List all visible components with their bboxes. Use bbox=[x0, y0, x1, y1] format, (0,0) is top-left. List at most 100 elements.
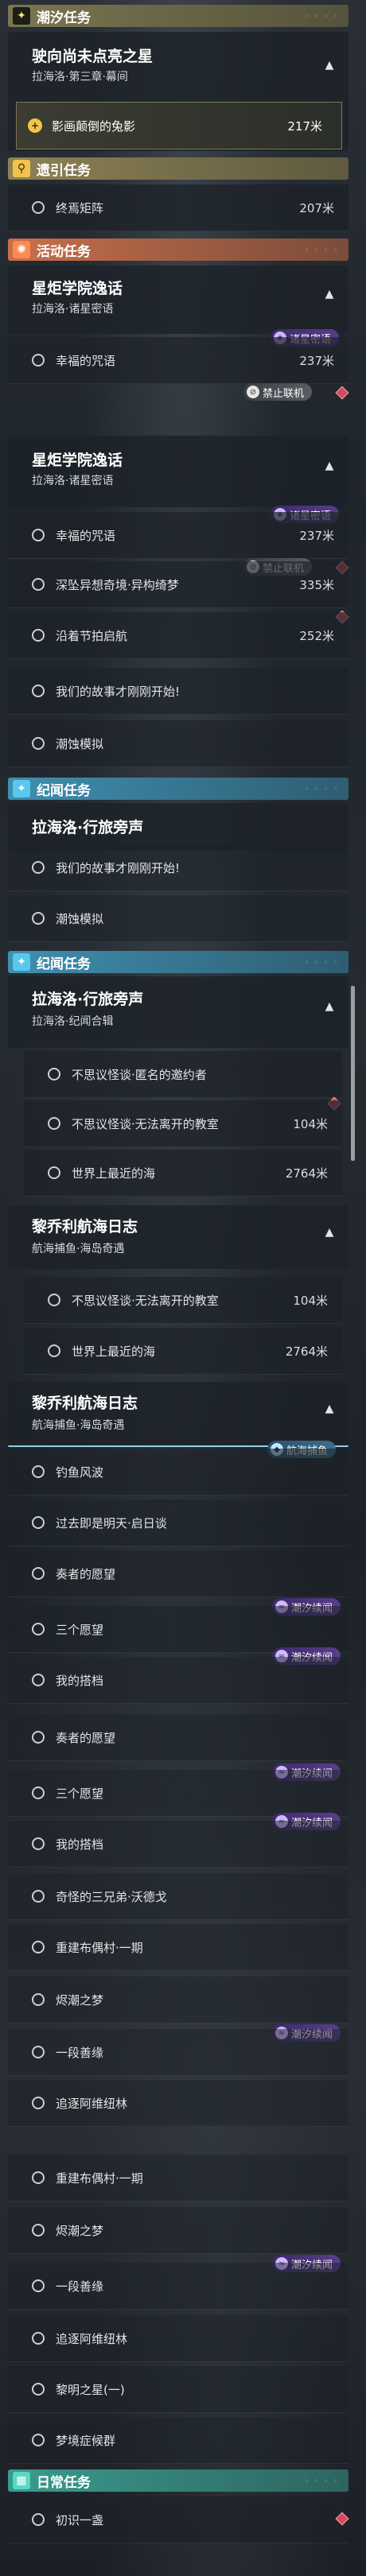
list-item[interactable]: 追逐阿维纽林 bbox=[8, 2080, 348, 2127]
list-item[interactable]: 重建布偶村·一期 bbox=[8, 2155, 348, 2202]
list-item[interactable]: 不思议怪谈·无法离开的教室 104米 bbox=[24, 1100, 342, 1147]
chevron-up-icon[interactable]: ▲ bbox=[321, 59, 337, 75]
list-item[interactable]: 世界上最近的海 2764米 bbox=[24, 1150, 342, 1197]
list-item[interactable]: 黎明之星(一) bbox=[8, 2366, 348, 2413]
circle-icon bbox=[32, 2434, 45, 2446]
chevron-up-icon[interactable]: ▲ bbox=[321, 1402, 337, 1418]
item-distance: 2764米 bbox=[285, 1344, 328, 1359]
list-item[interactable]: 三个愿望 bbox=[8, 1606, 348, 1653]
location-pin-icon: ⚲ bbox=[13, 160, 30, 177]
list-item[interactable]: 烬潮之梦 bbox=[8, 2207, 348, 2254]
card-subtitle: 拉海洛·纪闻合辑 bbox=[32, 1015, 114, 1028]
badge-coop: ⊘禁止联机 bbox=[243, 383, 313, 401]
list-item[interactable]: 奏者的愿望 bbox=[8, 1714, 348, 1761]
sparkle-icon: ✦ bbox=[13, 953, 30, 971]
no-entry-icon: ⊘ bbox=[247, 386, 259, 398]
list-item[interactable]: 深坠异想奇境·异构绮梦 335米 bbox=[8, 561, 348, 608]
circle-icon bbox=[32, 578, 45, 591]
item-label: 初识一盏 bbox=[56, 2512, 104, 2528]
scrollbar[interactable] bbox=[351, 986, 355, 1161]
quest-card-activity[interactable]: 星炬学院逸话 拉海洛·诸星密语 ▲ bbox=[8, 266, 348, 334]
list-item[interactable]: 重建布偶村·一期 bbox=[8, 1924, 348, 1971]
list-item[interactable]: 潮蚀模拟 bbox=[8, 895, 348, 942]
circle-icon bbox=[32, 2279, 45, 2292]
list-item[interactable]: 世界上最近的海 2764米 bbox=[24, 1328, 342, 1375]
item-label: 奏者的愿望 bbox=[56, 1566, 116, 1581]
item-label: 潮蚀模拟 bbox=[56, 736, 104, 751]
list-item[interactable]: 三个愿望 bbox=[8, 1770, 348, 1817]
header-decoration: ◦ ◦ ◦ ◦ bbox=[305, 958, 339, 966]
active-objective[interactable]: + 影画颠倒的兔影 217米 bbox=[16, 102, 342, 149]
item-distance: 237米 bbox=[299, 528, 334, 543]
list-item[interactable]: 我们的故事才刚刚开始! bbox=[8, 668, 348, 715]
list-item[interactable]: 烬潮之梦 bbox=[8, 1977, 348, 2023]
circle-icon bbox=[32, 912, 45, 925]
list-item[interactable]: 我们的故事才刚刚开始! bbox=[8, 844, 348, 891]
card-title: 黎乔利航海日志 bbox=[32, 1218, 138, 1236]
item-label: 终焉矩阵 bbox=[56, 200, 104, 215]
list-item[interactable]: 钓鱼风波 bbox=[8, 1449, 348, 1496]
list-item[interactable]: 奏者的愿望 bbox=[8, 1550, 348, 1597]
section-activity-header[interactable]: ✺ 活动任务 ◦ ◦ ◦ ◦ bbox=[8, 239, 348, 261]
circle-icon bbox=[32, 2046, 45, 2058]
quest-card-voyage-2[interactable]: 黎乔利航海日志 航海捕鱼·海岛奇遇 ▲ bbox=[8, 1382, 348, 1447]
quest-card-chronicle[interactable]: 拉海洛·行旅旁声 bbox=[8, 803, 348, 851]
item-label: 不思议怪谈·无法离开的教室 bbox=[72, 1116, 219, 1131]
list-item[interactable]: 终焉矩阵 207米 bbox=[8, 184, 348, 231]
item-distance: 2764米 bbox=[285, 1166, 328, 1181]
chevron-up-icon[interactable]: ▲ bbox=[321, 1000, 337, 1016]
list-item[interactable]: 潮蚀模拟 bbox=[8, 720, 348, 767]
section-tide-header[interactable]: ✦ 潮汐任务 ◦ ◦ ◦ ◦ bbox=[8, 5, 348, 27]
section-chronicle-header[interactable]: ✦ 纪闻任务 ◦ ◦ ◦ ◦ bbox=[8, 951, 348, 973]
list-item[interactable]: 幸福的咒语 237米 bbox=[8, 337, 348, 384]
list-item[interactable]: 沿着节拍启航 252米 bbox=[8, 612, 348, 659]
card-title: 拉海洛·行旅旁声 bbox=[32, 991, 144, 1008]
circle-icon bbox=[48, 1344, 60, 1357]
circle-icon bbox=[32, 1674, 45, 1686]
circle-icon bbox=[32, 1623, 45, 1635]
list-item[interactable]: 奇怪的三兄弟·沃德戈 bbox=[8, 1873, 348, 1920]
list-item[interactable]: 我的搭档 bbox=[8, 1657, 348, 1704]
section-chronicle-header[interactable]: ✦ 纪闻任务 ◦ ◦ ◦ ◦ bbox=[8, 778, 348, 800]
list-item[interactable]: 过去即是明天·启日谈 bbox=[8, 1499, 348, 1546]
list-item[interactable]: 梦境症候群 bbox=[8, 2417, 348, 2464]
circle-icon bbox=[32, 1890, 45, 1903]
list-item[interactable]: 不思议怪谈·无法离开的教室 104米 bbox=[24, 1277, 342, 1324]
section-daily-header[interactable]: ▦ 日常任务 ◦ ◦ ◦ ◦ bbox=[8, 2469, 348, 2492]
list-item[interactable]: 一段善缘 bbox=[8, 2263, 348, 2310]
quest-card-chronicle-2[interactable]: 拉海洛·行旅旁声 拉海洛·纪闻合辑 ▲ bbox=[8, 976, 348, 1048]
card-title: 星炬学院逸话 bbox=[32, 452, 123, 469]
header-decoration: ◦ ◦ ◦ ◦ bbox=[305, 2477, 339, 2485]
section-guide-header[interactable]: ⚲ 遗引任务 bbox=[8, 157, 348, 180]
quest-card-voyage[interactable]: 黎乔利航海日志 航海捕鱼·海岛奇遇 ▲ bbox=[8, 1205, 348, 1269]
sparkle-icon: ✦ bbox=[13, 7, 30, 25]
circle-icon bbox=[32, 2383, 45, 2396]
item-label: 我的搭档 bbox=[56, 1837, 104, 1852]
list-item[interactable]: 追逐阿维纽林 bbox=[8, 2315, 348, 2362]
objective-label: 影画颠倒的兔影 bbox=[52, 118, 136, 134]
item-label: 追逐阿维纽林 bbox=[56, 2331, 128, 2346]
item-label: 黎明之星(一) bbox=[56, 2382, 125, 2397]
list-item[interactable]: 不思议怪谈·匿名的邀约者 bbox=[24, 1051, 342, 1098]
quest-card-activity-2[interactable]: 星炬学院逸话 拉海洛·诸星密语 ▲ bbox=[8, 436, 348, 507]
circle-icon bbox=[32, 2097, 45, 2109]
item-label: 幸福的咒语 bbox=[56, 353, 116, 368]
list-item[interactable]: 初识一盏 bbox=[8, 2496, 348, 2543]
card-title: 拉海洛·行旅旁声 bbox=[32, 819, 144, 836]
circle-icon bbox=[48, 1068, 60, 1080]
item-distance: 252米 bbox=[299, 628, 334, 643]
list-item[interactable]: 我的搭档 bbox=[8, 1821, 348, 1868]
item-label: 沿着节拍启航 bbox=[56, 628, 128, 643]
item-label: 深坠异想奇境·异构绮梦 bbox=[56, 577, 179, 592]
chevron-up-icon[interactable]: ▲ bbox=[321, 288, 337, 304]
item-label: 我们的故事才刚刚开始! bbox=[56, 860, 181, 875]
item-label: 重建布偶村·一期 bbox=[56, 2171, 143, 2186]
circle-icon bbox=[32, 861, 45, 874]
circle-icon bbox=[32, 685, 45, 697]
item-distance: 207米 bbox=[299, 200, 334, 215]
list-item[interactable]: 幸福的咒语 237米 bbox=[8, 512, 348, 559]
list-item[interactable]: 一段善缘 bbox=[8, 2029, 348, 2076]
circle-icon bbox=[32, 1731, 45, 1744]
chevron-up-icon[interactable]: ▲ bbox=[321, 460, 337, 475]
chevron-up-icon[interactable]: ▲ bbox=[321, 1226, 337, 1242]
